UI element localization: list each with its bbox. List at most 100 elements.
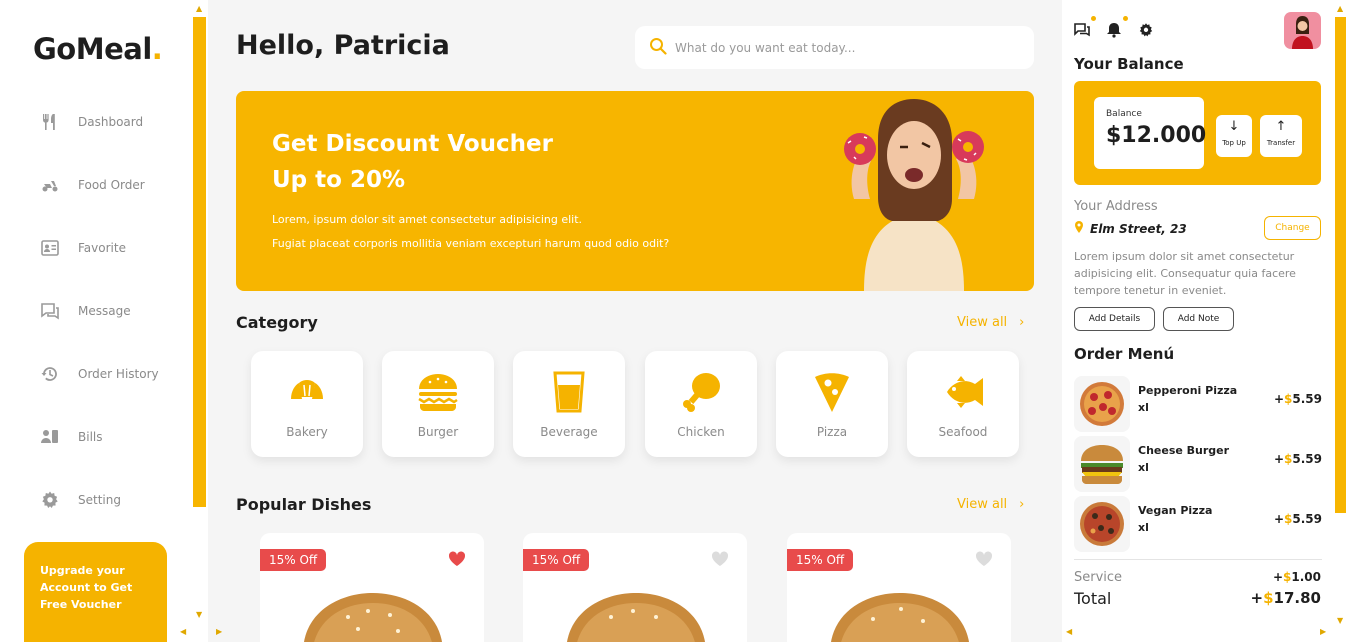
- brand-name: GoMeal: [33, 32, 152, 66]
- right-panel-scrollbar[interactable]: [1335, 17, 1346, 513]
- fish-icon: [907, 371, 1019, 413]
- price-prefix: +: [1273, 392, 1285, 406]
- dish-card[interactable]: 15% Off: [260, 533, 484, 642]
- burger-image: [830, 593, 970, 642]
- change-address-button[interactable]: Change: [1264, 216, 1321, 240]
- category-label: Chicken: [677, 425, 725, 439]
- discount-badge: 15% Off: [523, 549, 590, 571]
- address-street: Elm Street, 23: [1074, 221, 1187, 236]
- price-value: 5.59: [1292, 452, 1322, 466]
- chat-icon[interactable]: [1074, 16, 1096, 40]
- order-menu-title: Order Menú: [1074, 345, 1175, 363]
- scroll-up-arrow-icon[interactable]: ▲: [1337, 4, 1343, 13]
- total-value: +$17.80: [1251, 589, 1321, 607]
- vegan-pizza-image: [1074, 496, 1130, 552]
- category-label: Beverage: [540, 425, 598, 439]
- balance-card: Balance $12.000 ↓ Top Up ↑ Transfer: [1074, 81, 1321, 185]
- add-note-button[interactable]: Add Note: [1163, 307, 1234, 331]
- price-value: 5.59: [1292, 392, 1322, 406]
- arrow-down-icon: ↓: [1228, 119, 1240, 134]
- order-item-size: xl: [1138, 461, 1149, 474]
- banner-title-line1: Get Discount Voucher: [272, 131, 553, 157]
- heart-outline-icon[interactable]: [975, 551, 993, 571]
- order-item-size: xl: [1138, 521, 1149, 534]
- upgrade-text: Upgrade your Account to Get Free Voucher: [40, 564, 133, 611]
- sidebar-item-message[interactable]: Message: [38, 297, 131, 325]
- upgrade-card[interactable]: Upgrade your Account to Get Free Voucher: [24, 542, 167, 642]
- heart-filled-icon[interactable]: [448, 551, 466, 571]
- scroll-left-arrow-icon[interactable]: ◀: [180, 627, 186, 636]
- sidebar-scrollbar[interactable]: [193, 17, 206, 507]
- popular-view-all-link[interactable]: View all ›: [957, 497, 1024, 512]
- chevron-right-icon: ›: [1019, 497, 1025, 512]
- scroll-right-arrow-icon[interactable]: ▶: [216, 627, 222, 636]
- category-label: Bakery: [286, 425, 328, 439]
- price-value: 1.00: [1291, 570, 1321, 584]
- bell-icon[interactable]: [1106, 16, 1128, 40]
- order-item-name: Vegan Pizza: [1138, 504, 1213, 517]
- sidebar-item-setting[interactable]: Setting: [38, 486, 121, 514]
- sidebar-item-bills[interactable]: Bills: [38, 423, 103, 451]
- arrow-up-icon: ↑: [1275, 119, 1287, 134]
- cheese-burger-image: [1074, 436, 1130, 492]
- category-card-beverage[interactable]: Beverage: [513, 351, 625, 457]
- pizza-slice-icon: [776, 371, 888, 413]
- avatar[interactable]: [1284, 12, 1321, 49]
- order-item-price: +$5.59: [1274, 452, 1322, 466]
- balance-amount: $12.000: [1106, 123, 1207, 148]
- category-card-pizza[interactable]: Pizza: [776, 351, 888, 457]
- order-item[interactable]: Cheese Burger xl +$5.59: [1074, 436, 1322, 492]
- top-up-button[interactable]: ↓ Top Up: [1216, 115, 1252, 157]
- order-item[interactable]: Vegan Pizza xl +$5.59: [1074, 496, 1322, 552]
- scroll-down-arrow-icon[interactable]: ▼: [1337, 616, 1343, 625]
- sidebar-item-order-history[interactable]: Order History: [38, 360, 159, 388]
- discount-badge: 15% Off: [787, 549, 854, 571]
- service-value: +$1.00: [1273, 570, 1321, 584]
- search-input[interactable]: [675, 40, 1015, 55]
- scroll-left-arrow-icon[interactable]: ◀: [1066, 627, 1072, 636]
- transfer-label: Transfer: [1266, 139, 1296, 147]
- scroll-right-arrow-icon[interactable]: ▶: [1320, 627, 1326, 636]
- category-card-burger[interactable]: Burger: [382, 351, 494, 457]
- scroll-down-arrow-icon[interactable]: ▼: [196, 610, 202, 619]
- category-view-all-link[interactable]: View all ›: [957, 315, 1024, 330]
- gear-icon[interactable]: [1138, 22, 1156, 40]
- sidebar-item-favorite[interactable]: Favorite: [38, 234, 126, 262]
- category-label: Burger: [417, 425, 459, 439]
- sidebar-item-dashboard[interactable]: Dashboard: [38, 108, 143, 136]
- dish-card[interactable]: 15% Off: [787, 533, 1011, 642]
- order-item-price: +$5.59: [1274, 392, 1322, 406]
- search-bar[interactable]: [635, 26, 1034, 69]
- order-item-size: xl: [1138, 401, 1149, 414]
- price-value: 17.80: [1273, 589, 1321, 607]
- total-label: Total: [1074, 589, 1112, 608]
- sidebar-item-label: Favorite: [78, 241, 126, 255]
- balance-title: Your Balance: [1074, 55, 1184, 73]
- sidebar-item-food-order[interactable]: Food Order: [38, 171, 145, 199]
- dish-card[interactable]: 15% Off: [523, 533, 747, 642]
- sidebar-item-label: Food Order: [78, 178, 145, 192]
- price-prefix: +: [1272, 570, 1284, 584]
- view-all-label: View all: [957, 315, 1008, 330]
- brand-logo[interactable]: GoMeal.: [33, 32, 163, 66]
- add-details-button[interactable]: Add Details: [1074, 307, 1155, 331]
- banner-description-line1: Lorem, ipsum dolor sit amet consectetur …: [272, 213, 583, 226]
- sidebar-item-label: Dashboard: [78, 115, 144, 129]
- drink-icon: [513, 371, 625, 413]
- search-icon: [649, 37, 667, 59]
- croissant-icon: [251, 371, 363, 413]
- popular-dishes-title: Popular Dishes: [236, 495, 372, 514]
- view-all-label: View all: [957, 497, 1008, 512]
- promo-banner[interactable]: Get Discount Voucher Up to 20% Lorem, ip…: [236, 91, 1034, 291]
- gear-icon: [38, 488, 62, 512]
- order-item[interactable]: Pepperoni Pizza xl +$5.59: [1074, 376, 1322, 432]
- burger-icon: [382, 371, 494, 413]
- top-up-label: Top Up: [1222, 139, 1246, 147]
- category-card-seafood[interactable]: Seafood: [907, 351, 1019, 457]
- transfer-button[interactable]: ↑ Transfer: [1260, 115, 1302, 157]
- category-card-bakery[interactable]: Bakery: [251, 351, 363, 457]
- sidebar: GoMeal. Dashboard Food Order Favorite Me…: [0, 0, 208, 642]
- scroll-up-arrow-icon[interactable]: ▲: [196, 4, 202, 13]
- category-card-chicken[interactable]: Chicken: [645, 351, 757, 457]
- heart-outline-icon[interactable]: [711, 551, 729, 571]
